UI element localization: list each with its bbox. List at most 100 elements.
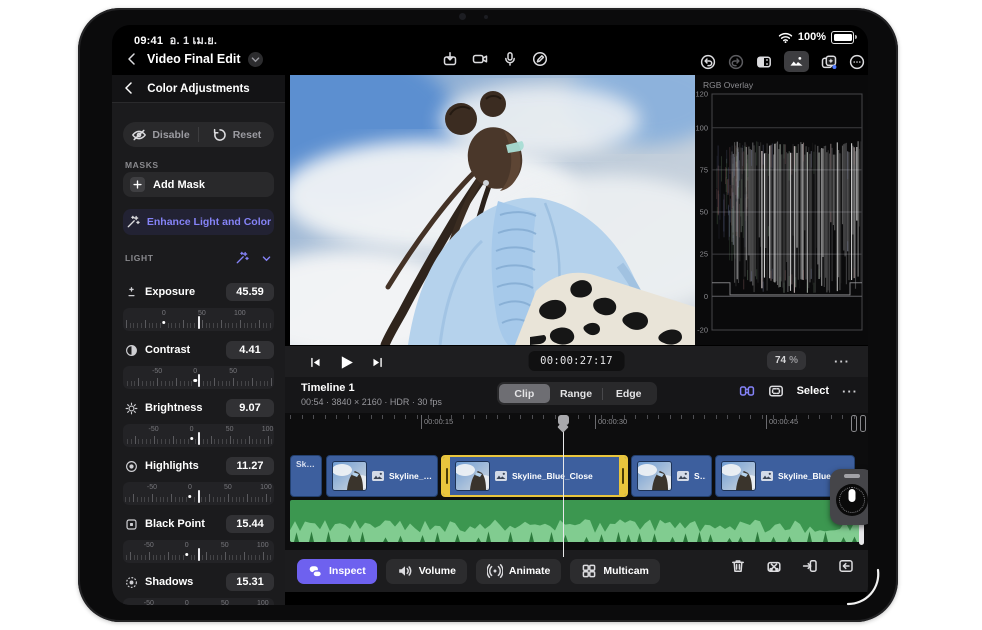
inspect-button[interactable]: Inspect (297, 559, 377, 584)
more-options-icon[interactable] (849, 54, 865, 70)
date: อ. 1 เม.ย. (170, 35, 217, 47)
clip-media-icon (677, 471, 689, 481)
volume-icon (397, 563, 413, 579)
playhead-line[interactable] (563, 429, 565, 557)
slider-label: Exposure (145, 286, 219, 298)
slider-brightness[interactable]: Brightness9.07-50050100 (112, 397, 285, 453)
animate-button[interactable]: Animate (476, 559, 561, 584)
play-icon[interactable] (338, 354, 355, 371)
audio-track[interactable] (290, 500, 860, 542)
video-viewer[interactable] (290, 75, 695, 345)
mode-edge[interactable]: Edge (603, 384, 655, 403)
media-browser-icon[interactable] (784, 51, 809, 72)
effects-icon[interactable] (821, 54, 837, 70)
cut-clip-icon[interactable] (766, 558, 782, 574)
slider-value[interactable]: 45.59 (226, 283, 274, 301)
timeline-clip[interactable]: S… (631, 455, 712, 497)
slider-black-point[interactable]: Black Point 15.44 -50050100 (112, 513, 285, 569)
slider-ruler[interactable]: -50050100 (123, 482, 274, 505)
light-section-label: LIGHT (125, 253, 154, 263)
tool-label: Multicam (603, 565, 649, 577)
svg-text:100: 100 (695, 123, 708, 132)
slider-shadows[interactable]: Shadows15.31-50050100 (112, 571, 285, 605)
add-mask-button[interactable]: Add Mask (123, 172, 274, 197)
slider-value[interactable]: 15.31 (226, 573, 274, 591)
panel-title: Color Adjustments (147, 83, 249, 95)
timeline-clip[interactable]: Skyline_Blue_Wide (326, 455, 438, 497)
slider-ruler[interactable]: -50050100 (123, 598, 274, 605)
playhead-handle[interactable] (558, 415, 569, 430)
slider-label: Highlights (145, 460, 219, 472)
skip-forward-icon[interactable] (371, 356, 384, 369)
enhance-button[interactable]: Enhance Light and Color (123, 209, 274, 235)
slider-exposure[interactable]: Exposure 45.59 050100 (112, 281, 285, 337)
jog-wheel[interactable] (830, 469, 868, 525)
light-collapse-icon[interactable] (261, 253, 272, 264)
jog-dial[interactable] (836, 484, 868, 516)
slider-contrast[interactable]: Contrast4.41-50050 (112, 339, 285, 395)
battery-percent: 100% (798, 31, 826, 43)
slider-value[interactable]: 11.27 (226, 457, 274, 475)
clip-thumbnail (332, 461, 367, 491)
undo-icon[interactable] (700, 54, 716, 70)
mode-clip[interactable]: Clip (499, 384, 551, 403)
slider-ruler[interactable]: -50050100 (123, 540, 274, 563)
slider-ruler[interactable]: 050100 (123, 308, 274, 331)
multicam-button[interactable]: Multicam (570, 559, 660, 584)
replace-clip-icon[interactable] (838, 558, 854, 574)
reset-button[interactable]: Reset (199, 127, 274, 143)
slider-ruler[interactable]: -50050 (123, 366, 274, 389)
transport-bar: 00:00:27:17 74% ··· (285, 345, 868, 379)
wifi-icon (778, 32, 793, 43)
exposure-icon (125, 286, 138, 299)
magnetic-timeline-icon[interactable] (739, 383, 755, 399)
clip-appearance-icon[interactable] (851, 415, 867, 432)
color-adjustments-panel: Color Adjustments Disable Reset MASKS Ad… (112, 75, 285, 605)
select-button[interactable]: Select (797, 385, 829, 397)
add-mask-label: Add Mask (153, 179, 205, 191)
slider-label: Black Point (145, 518, 219, 530)
camera-icon[interactable] (472, 51, 488, 67)
disable-button[interactable]: Disable (123, 127, 198, 143)
timeline-panel: Timeline 1 00:54 · 3840 × 2160 · HDR · 3… (285, 377, 868, 605)
jog-handle[interactable] (844, 474, 860, 478)
clock: 09:41 (134, 35, 163, 47)
scope-title: RGB Overlay (703, 80, 753, 90)
back-icon[interactable] (124, 51, 140, 67)
import-icon[interactable] (442, 51, 458, 67)
insert-clip-icon[interactable] (802, 558, 818, 574)
animate-icon (487, 563, 503, 579)
timeline-ruler[interactable]: 00:00:1500:00:3000:00:45 (290, 413, 860, 433)
video-frame (290, 75, 695, 345)
svg-text:75: 75 (700, 166, 708, 175)
timeline-clip[interactable]: Sk… (290, 455, 322, 497)
slider-value[interactable]: 4.41 (226, 341, 274, 359)
clip-thumbnail (637, 461, 672, 491)
slider-value[interactable]: 9.07 (226, 399, 274, 417)
viewer-zoom-chip[interactable]: 74% (767, 351, 806, 370)
clip-overlay-icon[interactable] (768, 383, 784, 399)
masks-section-label: MASKS (125, 160, 159, 170)
timeline-clip[interactable]: Skyline_Blue_Close (441, 455, 628, 497)
svg-text:25: 25 (700, 250, 708, 259)
mic-icon[interactable] (502, 51, 518, 67)
skip-back-icon[interactable] (309, 356, 322, 369)
project-title[interactable]: Video Final Edit (147, 52, 241, 66)
slider-highlights[interactable]: Highlights 11.27 -50050100 (112, 455, 285, 511)
slider-ruler[interactable]: -50050100 (123, 424, 274, 447)
redo-icon[interactable] (728, 54, 744, 70)
viewer-more-icon[interactable]: ··· (834, 354, 850, 369)
reset-icon (212, 127, 228, 143)
dual-display-icon[interactable] (756, 54, 772, 70)
pencil-icon[interactable] (532, 51, 548, 67)
timeline-more-icon[interactable]: ··· (842, 384, 858, 399)
volume-button[interactable]: Volume (386, 559, 467, 584)
mode-range[interactable]: Range (550, 384, 602, 403)
project-menu-chevron-icon[interactable] (248, 52, 263, 67)
panel-back-icon[interactable] (121, 80, 137, 96)
inspect-icon (308, 564, 323, 579)
clip-label: S… (694, 471, 706, 481)
slider-value[interactable]: 15.44 (226, 515, 274, 533)
light-wand-icon[interactable] (235, 251, 249, 265)
trash-icon[interactable] (730, 558, 746, 574)
